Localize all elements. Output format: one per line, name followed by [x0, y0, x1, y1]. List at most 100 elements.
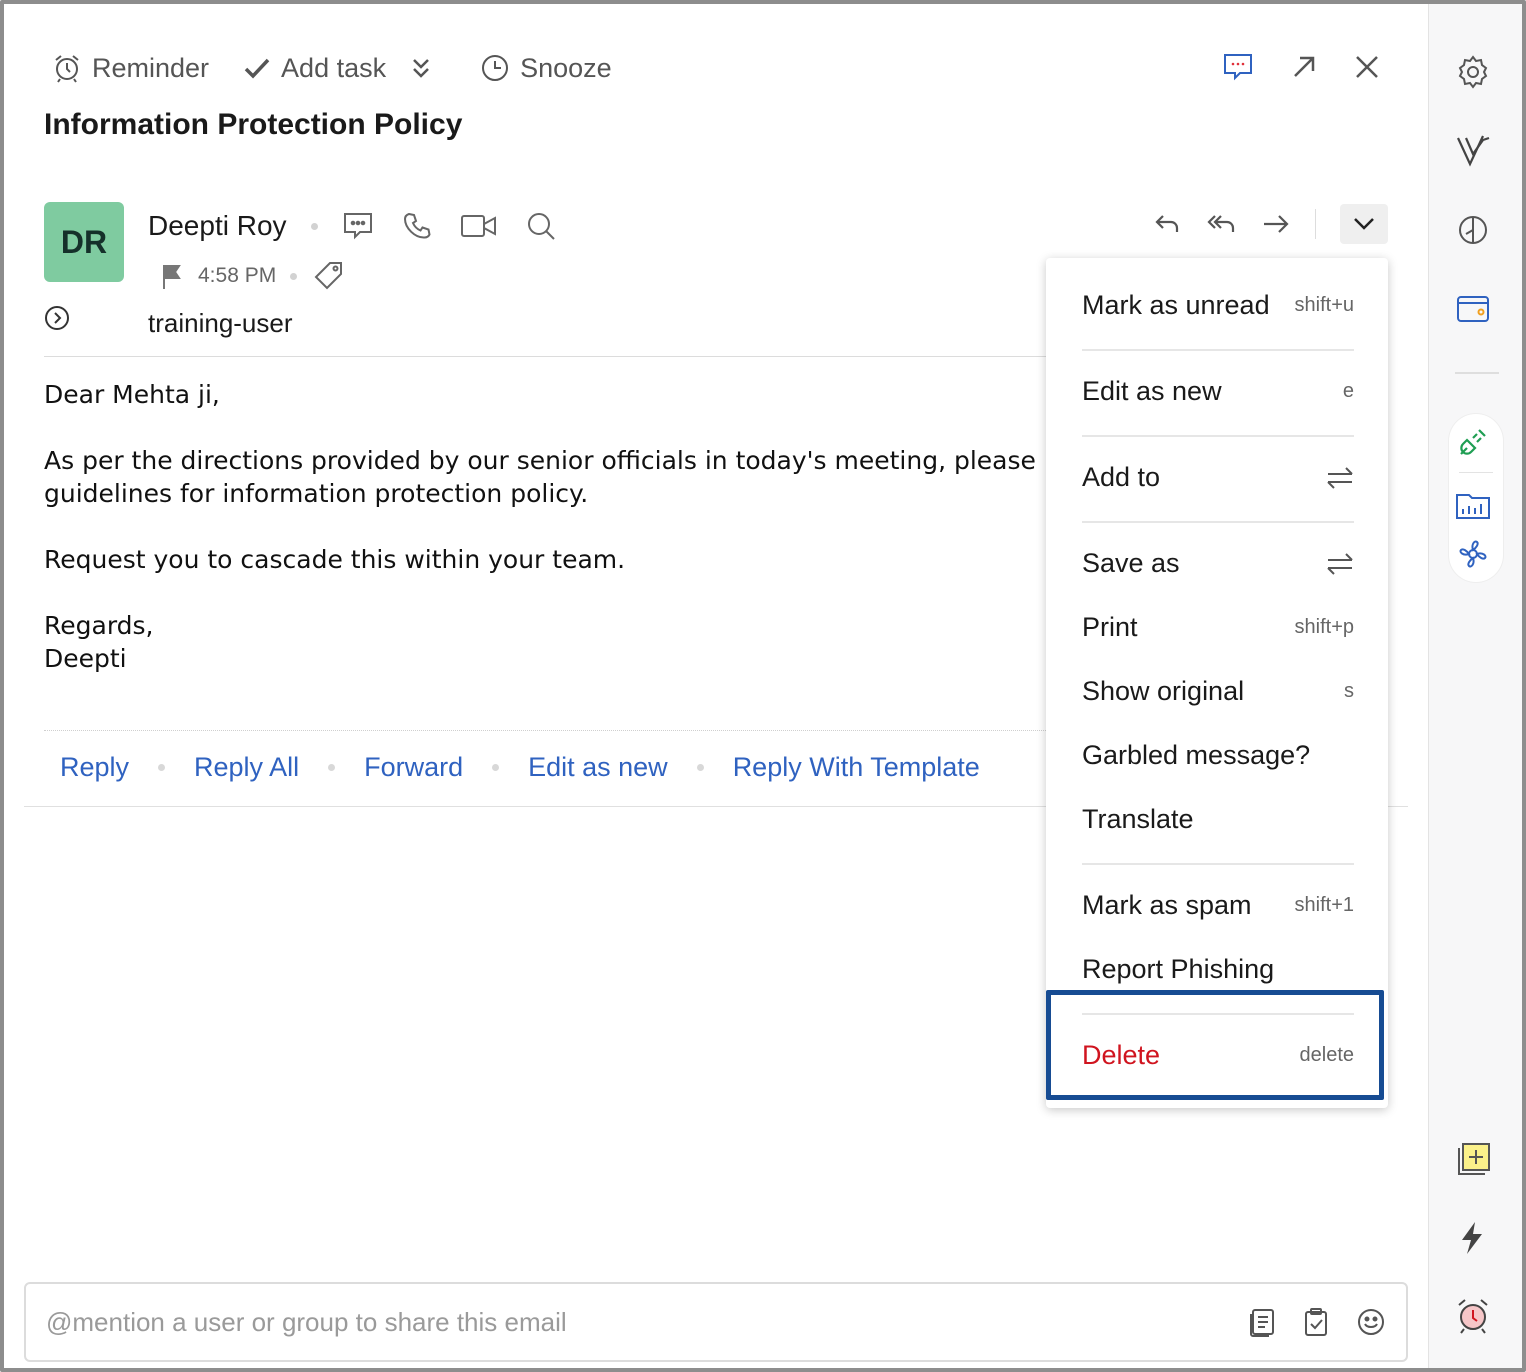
menu-divider [1082, 1013, 1354, 1015]
integrations-plug-button[interactable] [1453, 422, 1493, 462]
menu-item-shortcut: e [1342, 380, 1354, 402]
video-call-button[interactable] [460, 212, 498, 240]
notes-button[interactable] [1248, 1307, 1276, 1337]
task-button[interactable] [1302, 1307, 1330, 1337]
menu-item-mark-as-unread[interactable]: Mark as unread shift+u [1082, 290, 1354, 321]
body-divider [44, 730, 1054, 731]
separator-dot [310, 222, 318, 230]
reminder-label: Reminder [92, 52, 210, 83]
flower-app-button[interactable] [1453, 534, 1493, 574]
group-divider [1459, 472, 1493, 473]
menu-item-shortcut: s [1344, 680, 1354, 702]
close-icon [1356, 56, 1378, 78]
menu-item-report-phishing[interactable]: Report Phishing [1082, 954, 1354, 985]
clipboard-check-icon [1305, 1308, 1327, 1336]
sender-avatar[interactable]: DR [44, 202, 124, 282]
reply-icon [1155, 215, 1179, 232]
close-button[interactable] [1354, 54, 1380, 80]
phone-icon [403, 212, 431, 239]
actions-divider [1315, 209, 1316, 239]
reply-link[interactable]: Reply [60, 752, 129, 783]
forward-button[interactable] [1261, 211, 1291, 237]
expand-details-button[interactable] [44, 305, 70, 331]
smiley-icon [1358, 1309, 1384, 1335]
menu-item-shortcut: shift+1 [1294, 894, 1354, 916]
chevron-right-circle-icon [45, 306, 69, 330]
flag-button[interactable] [160, 263, 184, 289]
notes-icon [1250, 1309, 1274, 1337]
v-logo-icon [1457, 135, 1490, 167]
forward-link[interactable]: Forward [364, 752, 463, 783]
menu-item-save-as[interactable]: Save as [1082, 548, 1354, 579]
reminder-button[interactable]: Reminder [52, 53, 209, 84]
menu-item-show-original[interactable]: Show original s [1082, 676, 1354, 707]
quick-actions-button[interactable] [1453, 1218, 1493, 1258]
menu-item-label: Show original [1082, 676, 1245, 706]
forward-arrow-icon [1264, 215, 1289, 233]
menu-item-label: Add to [1082, 462, 1161, 492]
snooze-button[interactable]: Snooze [480, 53, 612, 84]
tag-button[interactable] [313, 260, 345, 292]
menu-item-garbled-message[interactable]: Garbled message? [1082, 740, 1354, 771]
menu-item-edit-as-new[interactable]: Edit as new e [1082, 376, 1354, 407]
sender-name[interactable]: Deepti Roy [148, 210, 287, 242]
menu-item-delete[interactable]: Delete delete [1082, 1040, 1354, 1071]
reply-all-link[interactable]: Reply All [194, 752, 299, 783]
add-task-button[interactable]: Add task [243, 53, 386, 84]
quick-reply-links: Reply Reply All Forward Edit as new Repl… [60, 752, 980, 783]
menu-item-translate[interactable]: Translate [1082, 804, 1354, 835]
menu-item-add-to[interactable]: Add to [1082, 462, 1354, 493]
menu-item-shortcut: shift+p [1294, 616, 1354, 638]
menu-item-mark-as-spam[interactable]: Mark as spam shift+1 [1082, 890, 1354, 921]
arrow-up-right-icon [1294, 56, 1315, 77]
menu-item-label: Report Phishing [1082, 954, 1275, 984]
reply-all-icon [1207, 215, 1235, 232]
share-tools [1248, 1307, 1386, 1337]
share-email-input[interactable]: @mention a user or group to share this e… [24, 1282, 1408, 1362]
snooze-label: Snooze [520, 52, 612, 83]
email-subject: Information Protection Policy [44, 108, 463, 141]
flower-icon [1459, 540, 1487, 568]
chevron-down-icon [1354, 218, 1374, 230]
call-button[interactable] [402, 211, 432, 241]
analytics-folder-button[interactable] [1453, 486, 1493, 526]
reply-button[interactable] [1153, 211, 1181, 237]
more-options-button[interactable] [1340, 204, 1388, 244]
sticky-note-button[interactable] [1453, 1138, 1493, 1178]
menu-item-label: Translate [1082, 804, 1194, 834]
menu-item-print[interactable]: Print shift+p [1082, 612, 1354, 643]
comment-button[interactable] [1222, 52, 1254, 82]
recipient[interactable]: training-user [148, 308, 293, 339]
chat-button[interactable] [342, 211, 374, 241]
reply-with-template-link[interactable]: Reply With Template [733, 752, 980, 783]
emoji-button[interactable] [1356, 1307, 1386, 1337]
menu-item-label: Mark as spam [1082, 890, 1252, 920]
pop-out-button[interactable] [1290, 53, 1318, 81]
menu-item-label: Edit as new [1082, 376, 1222, 406]
header-divider [44, 356, 1064, 357]
separator-dot [158, 764, 166, 771]
more-actions-button[interactable] [410, 55, 442, 81]
signature: Deepti [44, 644, 127, 673]
search-sender-button[interactable] [526, 211, 556, 241]
reply-all-button[interactable] [1205, 211, 1237, 237]
email-time: 4:58 PM [198, 264, 277, 287]
menu-item-label: Delete [1082, 1040, 1161, 1070]
menu-divider [1082, 863, 1354, 865]
settings-button[interactable] [1453, 52, 1493, 92]
half-circle-clock-icon [1459, 216, 1487, 244]
mail-toolbar: Reminder Add task Snooze [52, 48, 646, 88]
separator-dot [328, 764, 336, 771]
wallet-button[interactable] [1453, 288, 1493, 328]
chart-folder-icon [1456, 494, 1490, 519]
more-options-menu: Mark as unread shift+u Edit as new e Add… [1046, 258, 1388, 1108]
tag-icon [314, 262, 343, 290]
menu-item-shortcut: shift+u [1294, 294, 1354, 316]
app-v-button[interactable] [1453, 130, 1493, 170]
timer-button[interactable] [1453, 210, 1493, 250]
clock-icon [482, 55, 509, 81]
edit-as-new-link[interactable]: Edit as new [528, 752, 668, 783]
message-actions [1153, 204, 1388, 244]
body-paragraph-line: As per the directions provided by our se… [44, 446, 1036, 475]
reminders-button[interactable] [1453, 1296, 1493, 1336]
